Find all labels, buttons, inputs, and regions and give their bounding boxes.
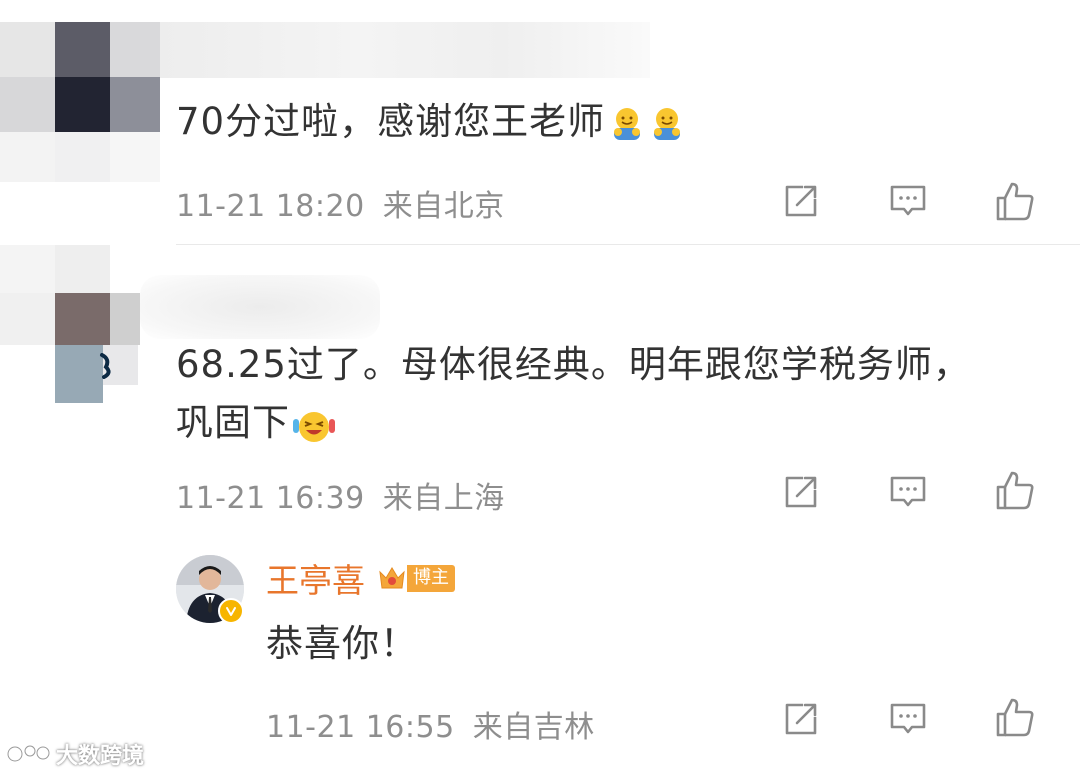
like-button[interactable] [990, 176, 1040, 226]
thumbs-up-icon [996, 471, 1034, 510]
comment-meta: 11-21 18:20 来自北京 [176, 181, 505, 225]
comment-line-2: 巩固下 [176, 395, 971, 451]
comment-text: 70分过啦，感谢您王老师 [176, 94, 685, 150]
timestamp: 11-21 18:20 [176, 189, 365, 224]
thumbs-up-icon [996, 698, 1034, 737]
comment-line-1: 68.25过了。母体很经典。明年跟您学税务师， [176, 343, 971, 386]
comment-meta: 11-21 16:39 来自上海 [176, 473, 505, 517]
share-button[interactable] [776, 176, 826, 226]
share-icon [785, 476, 817, 508]
comment-2: 68.25过了。母体很经典。明年跟您学税务师， 巩固下 11-21 16:39 … [0, 245, 1080, 535]
laughing-emoji-icon [293, 411, 335, 442]
comment-button[interactable] [883, 176, 933, 226]
hug-emoji-icon [614, 107, 641, 140]
comment-button[interactable] [883, 467, 933, 517]
comment-text: 68.25过了。母体很经典。明年跟您学税务师， 巩固下 [176, 337, 971, 451]
comment-icon [890, 185, 926, 216]
timestamp: 11-21 16:39 [176, 481, 365, 516]
comment-icon [890, 476, 926, 507]
author-name[interactable]: 王亭喜 [266, 554, 365, 602]
like-button[interactable] [990, 465, 1040, 515]
blurred-avatar [0, 22, 160, 182]
comment-button[interactable] [883, 694, 933, 744]
watermark: 大数跨境 [6, 738, 144, 770]
location: 来自吉林 [472, 710, 595, 745]
blurred-username [160, 22, 650, 78]
reply-text: 恭喜你！ [266, 622, 418, 665]
location: 来自上海 [382, 481, 505, 516]
verified-badge-icon [218, 598, 244, 624]
location: 来自北京 [382, 189, 505, 224]
share-icon [785, 703, 817, 735]
share-button[interactable] [776, 467, 826, 517]
comment-icon [890, 703, 926, 734]
like-button[interactable] [990, 692, 1040, 742]
author-row: 王亭喜 博主 [266, 554, 455, 602]
comment-1: 70分过啦，感谢您王老师 11-21 18:20 来自北京 [0, 0, 1080, 245]
avatar-fragment-icon [100, 353, 111, 379]
thumbs-up-icon [996, 182, 1034, 221]
timestamp: 11-21 16:55 [266, 710, 455, 745]
badge-label: 博主 [407, 564, 455, 592]
share-icon [785, 185, 817, 217]
blurred-username [140, 275, 380, 339]
reply-meta: 11-21 16:55 来自吉林 [266, 702, 595, 746]
watermark-text: 大数跨境 [56, 744, 145, 769]
hug-emoji-icon [654, 107, 681, 140]
reply: 王亭喜 博主 恭喜你！ 11-21 16:55 来自吉林 [0, 540, 1080, 775]
watermark-logo-icon [6, 744, 51, 763]
blogger-badge: 博主 [377, 563, 455, 593]
blurred-avatar [0, 245, 160, 405]
share-button[interactable] [776, 694, 826, 744]
crown-icon [379, 567, 405, 589]
